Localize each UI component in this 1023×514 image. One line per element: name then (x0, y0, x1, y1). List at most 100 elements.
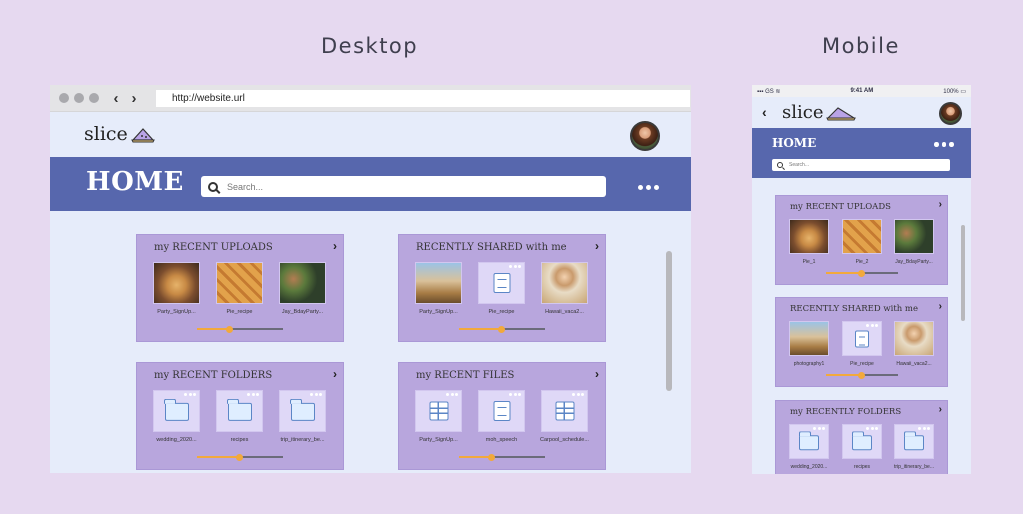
file-tile[interactable] (842, 424, 882, 459)
file-tile[interactable] (279, 390, 326, 432)
folder-icon (798, 430, 819, 450)
file-name: Party_SignUp... (419, 309, 458, 315)
pie-icon (826, 107, 857, 121)
slice-logo[interactable]: slice (782, 102, 857, 123)
more-options-icon[interactable] (866, 324, 878, 327)
page-title: HOME (86, 167, 184, 197)
file-card[interactable]: my RECENTLY FOLDERS › wedding_2020... recip… (775, 400, 948, 474)
file-card[interactable]: my RECENT UPLOADS › Pie_1 Pie_2 Jay_BdayPart… (775, 195, 948, 285)
folder-icon (290, 398, 315, 421)
file-tile[interactable] (415, 390, 462, 432)
page-title: HOME (772, 136, 817, 150)
file-card[interactable]: my RECENT FILES › Party_SignUp... moh_speec… (398, 362, 606, 470)
file-tile[interactable] (541, 390, 588, 432)
chevron-right-icon[interactable]: › (333, 239, 337, 253)
file-card[interactable]: RECENTLY SHARED with me › photography1 Pie_… (775, 297, 948, 387)
more-options-icon[interactable] (509, 393, 521, 396)
file-tile[interactable] (894, 424, 934, 459)
more-options-icon[interactable] (918, 427, 930, 430)
file-tile[interactable] (478, 390, 525, 432)
carousel-slider[interactable] (826, 269, 898, 277)
carousel-slider[interactable] (197, 325, 283, 333)
window-close-dot[interactable] (59, 93, 69, 103)
scrollbar[interactable] (666, 251, 672, 391)
chevron-right-icon[interactable]: › (595, 367, 599, 381)
chevron-right-icon[interactable]: › (939, 301, 942, 312)
carousel-slider[interactable] (459, 453, 545, 461)
search-input[interactable]: Search... (201, 176, 606, 197)
window-maximize-dot[interactable] (89, 93, 99, 103)
logo-text: slice (84, 123, 128, 145)
more-options-icon[interactable] (446, 393, 458, 396)
chevron-right-icon[interactable]: › (333, 367, 337, 381)
more-options-icon[interactable] (866, 427, 878, 430)
file-tile[interactable] (478, 262, 525, 304)
scrollbar[interactable] (961, 225, 965, 321)
more-options-icon[interactable] (310, 393, 322, 396)
thumbnail-image[interactable] (789, 321, 829, 356)
window-minimize-dot[interactable] (74, 93, 84, 103)
search-input[interactable]: Search... (772, 159, 950, 171)
thumbnail-image[interactable] (894, 219, 934, 254)
file-name: photography1 (793, 361, 825, 367)
search-icon (208, 181, 218, 192)
folder-icon (903, 430, 924, 450)
carousel-slider[interactable] (459, 325, 545, 333)
avatar[interactable] (939, 102, 962, 125)
status-bar: ▪▪▪ GS ≋ 9:41 AM 100% ▭ (752, 85, 971, 97)
slider-knob[interactable] (488, 453, 496, 461)
back-icon[interactable]: ‹ (762, 104, 767, 120)
thumbnail-image[interactable] (153, 262, 200, 304)
thumbnail-image[interactable] (894, 321, 934, 356)
carousel-slider[interactable] (197, 453, 283, 461)
card-title: my RECENT UPLOADS (790, 202, 891, 212)
file-card[interactable]: my RECENT UPLOADS › Party_SignUp... Pie_rec… (136, 234, 344, 342)
thumbnail-image[interactable] (541, 262, 588, 304)
slider-knob[interactable] (857, 269, 865, 277)
thumbnail-image[interactable] (279, 262, 326, 304)
avatar[interactable] (630, 121, 660, 151)
slice-logo[interactable]: slice (84, 123, 155, 145)
more-options-icon[interactable] (813, 427, 825, 430)
slider-knob[interactable] (857, 371, 865, 379)
carousel-slider[interactable] (826, 371, 898, 379)
more-options-icon[interactable] (572, 393, 584, 396)
slider-fill (826, 272, 862, 274)
card-title: RECENTLY SHARED with me (416, 242, 567, 253)
more-options-icon[interactable] (638, 185, 659, 190)
card-title: RECENTLY SHARED with me (790, 304, 919, 314)
file-name: recipes (853, 464, 871, 470)
thumbnail-image[interactable] (789, 219, 829, 254)
more-options-icon[interactable] (934, 142, 954, 147)
chevron-right-icon[interactable]: › (939, 199, 942, 210)
file-tile[interactable] (842, 321, 882, 356)
address-bar[interactable]: http://website.url (156, 89, 690, 107)
file-name: Jay_BdayParty... (895, 259, 933, 265)
chevron-right-icon[interactable]: › (939, 404, 942, 415)
file-card[interactable]: my RECENT FOLDERS › wedding_2020... recipes… (136, 362, 344, 470)
file-card[interactable]: RECENTLY SHARED with me › Party_SignUp... P… (398, 234, 606, 342)
more-options-icon[interactable] (184, 393, 196, 396)
search-placeholder: Search... (789, 162, 810, 168)
slider-knob[interactable] (235, 453, 243, 461)
slider-knob[interactable] (226, 325, 234, 333)
browser-forward-icon[interactable]: › (128, 91, 140, 106)
thumbnail-image[interactable] (415, 262, 462, 304)
slider-knob[interactable] (497, 325, 505, 333)
file-name: Pie_1 (802, 259, 816, 265)
file-tile[interactable] (216, 390, 263, 432)
folder-icon (227, 398, 252, 421)
file-name: trip_itinerary_be... (280, 437, 325, 443)
chevron-right-icon[interactable]: › (595, 239, 599, 253)
file-tile[interactable] (789, 424, 829, 459)
slider-fill (826, 374, 862, 376)
thumbnail-image[interactable] (842, 219, 882, 254)
more-options-icon[interactable] (509, 265, 521, 268)
logo-text: slice (782, 102, 824, 123)
thumbnail-image[interactable] (216, 262, 263, 304)
file-name: trip_itinerary_be... (893, 464, 935, 470)
file-tile[interactable] (153, 390, 200, 432)
desktop-mockup: ‹ › http://website.url slice HOME Search… (50, 85, 691, 473)
more-options-icon[interactable] (247, 393, 259, 396)
browser-back-icon[interactable]: ‹ (110, 91, 122, 106)
